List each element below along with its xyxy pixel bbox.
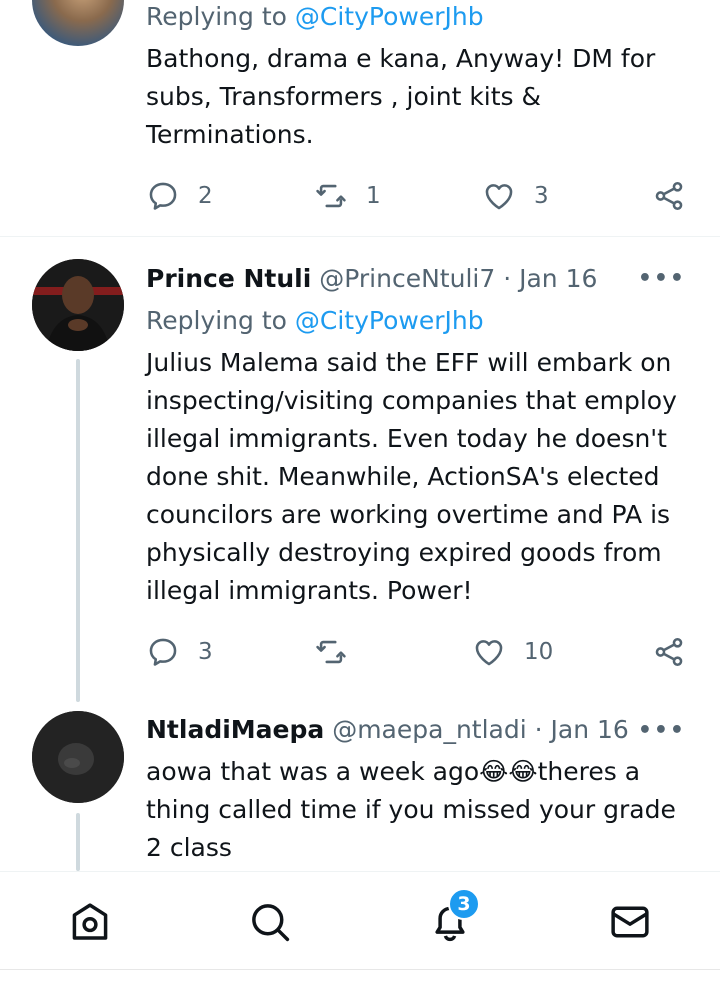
thread-line — [76, 813, 80, 871]
reply-count: 3 — [198, 639, 213, 665]
retweet-icon — [316, 640, 346, 664]
user-handle[interactable]: @maepa_ntladi — [332, 715, 526, 744]
avatar[interactable] — [32, 259, 124, 351]
display-name[interactable]: NtladiMaepa — [146, 715, 324, 744]
reply-button[interactable]: 2 — [146, 176, 213, 216]
like-button[interactable]: 10 — [472, 632, 553, 672]
notifications-badge: 3 — [448, 888, 480, 920]
mention-link[interactable]: @CityPowerJhb — [295, 306, 484, 335]
tweet-3[interactable]: NtladiMaepa @maepa_ntladi · Jan 16 ••• a… — [0, 707, 720, 871]
tweet-text: Bathong, drama e kana, Anyway! DM for su… — [146, 44, 656, 149]
tweet-date[interactable]: Jan 16 — [551, 715, 629, 744]
like-count: 10 — [524, 639, 554, 665]
replying-prefix: Replying to — [146, 306, 295, 335]
separator-dot: · — [534, 715, 543, 744]
replying-to: Replying to @CityPowerJhb — [146, 305, 484, 337]
heart-icon — [475, 640, 503, 666]
tweet-2[interactable]: Prince Ntuli @PrinceNtuli7 · Jan 16 ••• … — [0, 237, 720, 707]
home-icon — [72, 903, 108, 940]
share-icon — [655, 637, 683, 667]
heart-icon — [485, 184, 513, 210]
replying-to: Replying to @CityPowerJhb — [146, 1, 484, 33]
reply-count: 2 — [198, 183, 213, 209]
retweet-count: 1 — [366, 183, 381, 209]
mail-icon — [611, 906, 649, 938]
nav-messages[interactable] — [608, 900, 652, 944]
more-options-icon[interactable]: ••• — [638, 268, 686, 290]
retweet-button[interactable]: 1 — [314, 176, 381, 216]
mention-link[interactable]: @CityPowerJhb — [295, 2, 484, 31]
nav-search[interactable] — [248, 900, 292, 944]
tweet-actions: 3 10 — [146, 632, 696, 672]
share-button[interactable] — [652, 632, 686, 672]
tweet-actions: 2 1 3 — [146, 176, 696, 216]
tweet-text-start: aowa that was a week ago — [146, 757, 480, 786]
reply-button[interactable]: 3 — [146, 632, 213, 672]
thread-line — [76, 359, 80, 702]
share-button[interactable] — [652, 176, 686, 216]
reply-icon — [149, 182, 177, 210]
tweet-1[interactable]: Replying to @CityPowerJhb Bathong, drama… — [0, 0, 720, 236]
retweet-button[interactable] — [314, 632, 366, 672]
tweet-header: NtladiMaepa @maepa_ntladi · Jan 16 — [146, 714, 629, 746]
reply-icon — [149, 638, 177, 666]
avatar[interactable] — [32, 711, 124, 803]
display-name[interactable]: Prince Ntuli — [146, 264, 311, 293]
system-bar — [0, 969, 720, 981]
nav-notifications[interactable]: 3 — [428, 888, 480, 944]
tweet-text: Julius Malema said the EFF will embark o… — [146, 348, 677, 605]
separator-dot: · — [503, 264, 512, 293]
laughing-emoji: 😂😂 — [479, 757, 538, 786]
user-handle[interactable]: @PrinceNtuli7 — [319, 264, 495, 293]
retweet-icon — [316, 184, 346, 208]
like-button[interactable]: 3 — [482, 176, 549, 216]
tweet-text: aowa that was a week ago😂😂theres a thing… — [146, 753, 691, 867]
search-icon — [252, 904, 290, 942]
more-options-icon[interactable]: ••• — [638, 720, 686, 742]
like-count: 3 — [534, 183, 549, 209]
avatar-image — [32, 711, 124, 803]
share-icon — [655, 181, 683, 211]
nav-home[interactable] — [68, 900, 112, 944]
avatar-image — [32, 259, 124, 351]
bottom-nav: 3 — [0, 871, 720, 969]
tweet-date[interactable]: Jan 16 — [519, 264, 597, 293]
tweet-header: Prince Ntuli @PrinceNtuli7 · Jan 16 — [146, 263, 597, 295]
avatar[interactable] — [32, 0, 124, 46]
replying-prefix: Replying to — [146, 2, 295, 31]
